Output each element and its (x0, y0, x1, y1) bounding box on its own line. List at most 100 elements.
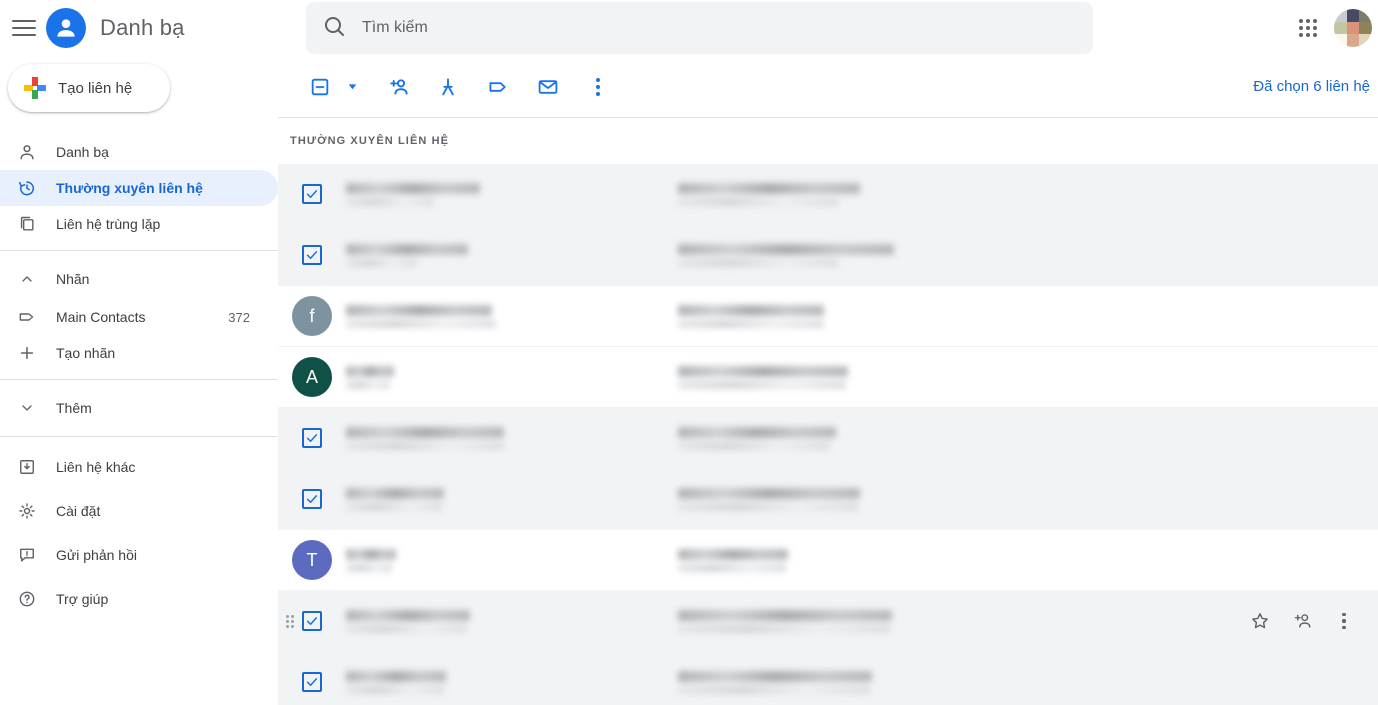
add-person-icon[interactable] (378, 67, 418, 107)
contact-email (678, 366, 978, 389)
main-content: Đã chọn 6 liên hệ THƯỜNG XUYÊN LIÊN HỆ f… (278, 56, 1378, 705)
row-lead[interactable] (278, 184, 346, 204)
search-bar[interactable] (306, 2, 1093, 54)
contact-email (678, 610, 978, 633)
table-row[interactable]: T (278, 530, 1378, 591)
menu-icon[interactable] (12, 16, 36, 40)
add-person-icon[interactable] (1288, 607, 1316, 635)
sidebar-item-feedback[interactable]: Gửi phản hồi (0, 533, 278, 577)
sidebar-item-label: Thường xuyên liên hệ (56, 180, 203, 196)
sidebar-item-label: Liên hệ khác (56, 459, 135, 475)
sidebar-item-duplicates[interactable]: Liên hệ trùng lặp (0, 206, 278, 242)
contact-name (346, 244, 676, 267)
avatar: T (292, 540, 332, 580)
sidebar: Tạo liên hệ Danh bạ Thường xuyên liên hệ (0, 56, 278, 705)
label-tag-icon[interactable] (478, 67, 518, 107)
sidebar-item-label: Trợ giúp (56, 591, 108, 607)
row-lead[interactable]: T (278, 540, 346, 580)
plus-icon (16, 342, 38, 364)
sidebar-item-label: Liên hệ trùng lặp (56, 216, 160, 232)
selection-count: Đã chọn 6 liên hệ (1253, 78, 1378, 95)
sidebar-item-contacts[interactable]: Danh bạ (0, 134, 278, 170)
row-lead[interactable] (278, 672, 346, 692)
contact-name (346, 427, 676, 450)
avatar: A (292, 357, 332, 397)
contact-name (346, 610, 676, 633)
sidebar-group-more[interactable]: Thêm (0, 388, 278, 428)
table-row[interactable]: A (278, 347, 1378, 408)
plus-icon (24, 77, 46, 99)
table-row[interactable] (278, 225, 1378, 286)
sidebar-item-label: Danh bạ (56, 144, 109, 160)
chevron-down-icon (16, 400, 38, 416)
avatar[interactable] (1334, 9, 1372, 47)
contact-name (346, 549, 676, 572)
star-icon[interactable] (1246, 607, 1274, 635)
row-checkbox[interactable] (302, 672, 322, 692)
contact-email (678, 427, 978, 450)
chevron-down-icon[interactable] (340, 67, 364, 107)
contact-email (678, 671, 978, 694)
sidebar-item-main-contacts[interactable]: Main Contacts 372 (0, 299, 278, 335)
contact-name (346, 305, 676, 328)
apps-grid-icon[interactable] (1288, 8, 1328, 48)
create-contact-button[interactable]: Tạo liên hệ (8, 64, 170, 112)
contact-email (678, 183, 978, 206)
sidebar-item-settings[interactable]: Cài đặt (0, 489, 278, 533)
search-input[interactable] (362, 19, 1062, 37)
top-right-actions (1288, 0, 1378, 56)
table-row[interactable] (278, 164, 1378, 225)
avatar: f (292, 296, 332, 336)
table-row[interactable] (278, 652, 1378, 705)
row-checkbox[interactable] (302, 245, 322, 265)
contact-name (346, 183, 676, 206)
create-contact-label: Tạo liên hệ (58, 80, 132, 97)
email-icon[interactable] (528, 67, 568, 107)
row-lead[interactable]: f (278, 296, 346, 336)
help-circle-icon (16, 588, 38, 610)
contacts-person-icon (46, 8, 86, 48)
indeterminate-checkbox-icon[interactable] (300, 67, 340, 107)
section-header: THƯỜNG XUYÊN LIÊN HỆ (278, 118, 1378, 164)
import-box-icon (16, 456, 38, 478)
row-checkbox[interactable] (302, 489, 322, 509)
row-checkbox[interactable] (302, 184, 322, 204)
row-checkbox[interactable] (302, 428, 322, 448)
table-row[interactable]: f (278, 286, 1378, 347)
row-checkbox[interactable] (302, 611, 322, 631)
sidebar-item-label: Tạo nhãn (56, 345, 115, 361)
table-row[interactable] (278, 408, 1378, 469)
more-vertical-icon[interactable] (1330, 607, 1358, 635)
contact-list: fA T (278, 164, 1378, 705)
row-lead[interactable] (278, 428, 346, 448)
row-lead[interactable] (278, 489, 346, 509)
more-vertical-icon[interactable] (578, 67, 618, 107)
sidebar-item-help[interactable]: Trợ giúp (0, 577, 278, 621)
sidebar-group-labels[interactable]: Nhãn (0, 259, 278, 299)
brand[interactable]: Danh bạ (46, 8, 185, 48)
table-row[interactable] (278, 469, 1378, 530)
gear-icon (16, 500, 38, 522)
feedback-icon (16, 544, 38, 566)
sidebar-item-create-label[interactable]: Tạo nhãn (0, 335, 278, 371)
label-count: 372 (228, 310, 278, 325)
person-icon (16, 141, 38, 163)
sidebar-item-label: Main Contacts (56, 309, 145, 325)
contacts-app: Danh bạ Tạo liê (0, 0, 1378, 705)
chevron-up-icon (16, 271, 38, 287)
row-lead[interactable] (278, 245, 346, 265)
selection-toolbar: Đã chọn 6 liên hệ (278, 56, 1378, 118)
row-lead[interactable]: A (278, 357, 346, 397)
sidebar-item-label: Gửi phản hồi (56, 547, 137, 563)
contact-email (678, 305, 978, 328)
contact-email (678, 488, 978, 511)
sidebar-item-other-contacts[interactable]: Liên hệ khác (0, 445, 278, 489)
sidebar-item-frequent[interactable]: Thường xuyên liên hệ (0, 170, 278, 206)
sidebar-item-label: Cài đặt (56, 503, 100, 519)
divider (0, 436, 278, 437)
sidebar-group-label: Nhãn (56, 271, 89, 287)
table-row[interactable] (278, 591, 1378, 652)
merge-icon[interactable] (428, 67, 468, 107)
drag-handle-icon[interactable] (282, 591, 298, 652)
page-title: Danh bạ (100, 15, 185, 41)
